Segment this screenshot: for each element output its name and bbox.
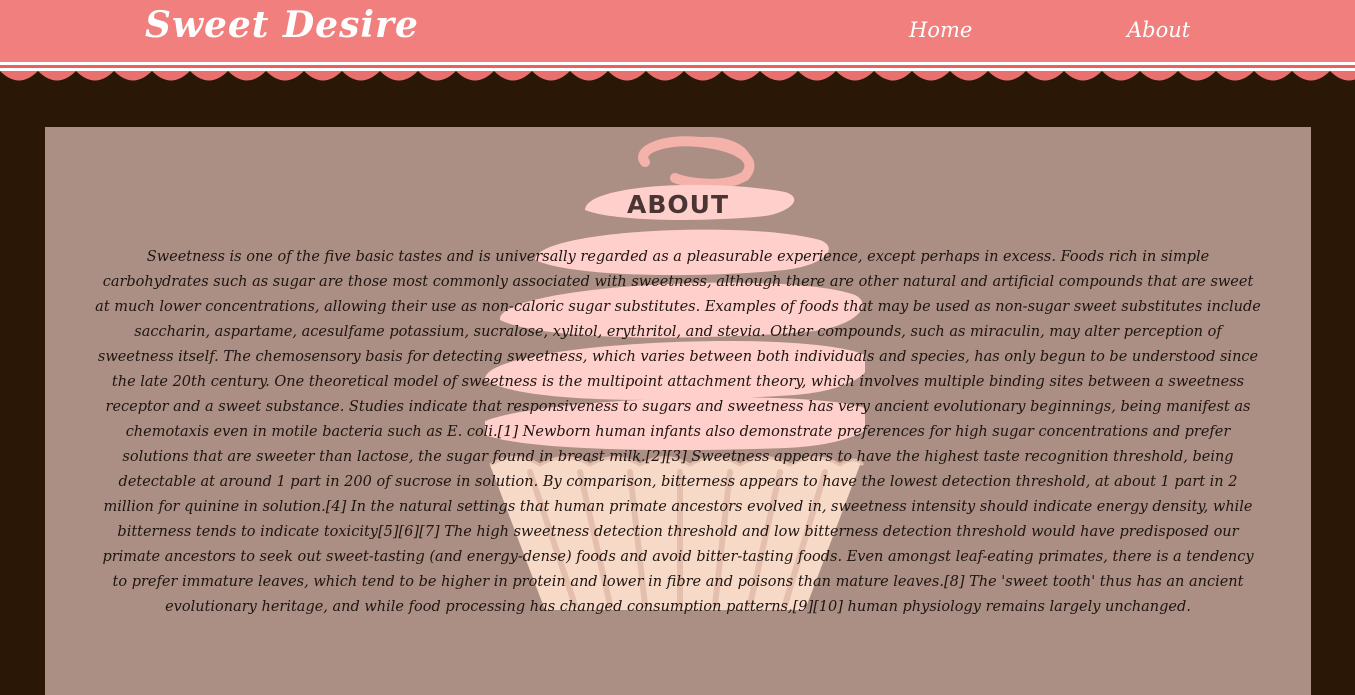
about-panel: ABOUT Sweetness is one of the five basic… [45,127,1311,695]
header-bar: Sweet Desire Home About [0,0,1355,62]
nav-home-link[interactable]: Home [909,18,972,42]
about-heading: ABOUT [626,190,729,219]
about-body-text: Sweetness is one of the five basic taste… [95,249,1261,615]
brand-logo[interactable]: Sweet Desire [145,4,419,46]
nav-about-link[interactable]: About [1127,18,1190,42]
frosting-trim [0,56,1355,81]
